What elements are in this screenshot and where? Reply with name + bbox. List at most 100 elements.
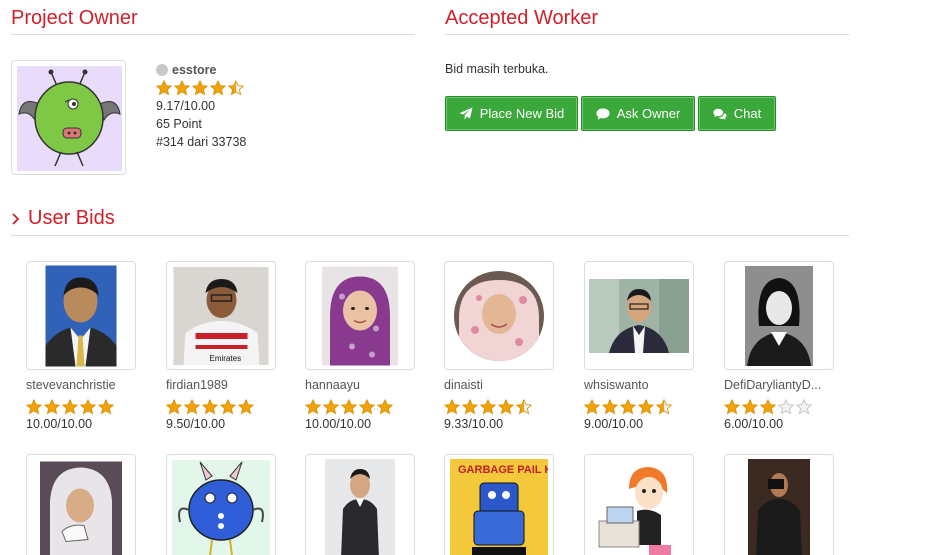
bidder-score: 9.50/10.00 <box>166 417 226 431</box>
chat-button[interactable]: Chat <box>698 96 776 131</box>
bid-card: GARBAGE PAIL KIDS <box>444 454 562 555</box>
star-icon <box>358 398 376 415</box>
star-icon <box>304 398 322 415</box>
bidder-photo <box>45 265 117 366</box>
bidder-rating-stars <box>583 398 702 416</box>
star-icon <box>173 79 191 96</box>
bidder-name[interactable]: DefiDaryliantyD... <box>724 378 829 392</box>
bidder-avatar[interactable] <box>166 454 276 555</box>
owner-name-row: esstore <box>156 61 246 79</box>
bidder-score: 9.00/10.00 <box>584 417 644 431</box>
bidder-avatar[interactable]: Emirates <box>166 261 276 370</box>
bidder-avatar[interactable] <box>584 261 694 370</box>
bidder-photo <box>322 266 398 365</box>
bid-status-text: Bid masih terbuka. <box>445 62 549 76</box>
star-icon <box>601 398 619 415</box>
bid-card: Emirates firdian1989 9.50/10.00 <box>165 261 284 431</box>
bidder-avatar[interactable] <box>724 261 834 370</box>
star-icon <box>497 398 515 415</box>
bidder-photo <box>40 461 122 555</box>
bidder-avatar[interactable] <box>444 261 554 370</box>
owner-rank: #314 dari 33738 <box>156 135 247 149</box>
bidder-rating-stars <box>165 398 284 416</box>
owner-avatar[interactable] <box>11 60 126 175</box>
bidder-name[interactable]: firdian1989 <box>166 378 271 392</box>
bidder-score: 10.00/10.00 <box>305 417 372 431</box>
star-icon <box>515 398 533 415</box>
place-new-bid-button[interactable]: Place New Bid <box>445 96 578 131</box>
bidder-avatar[interactable] <box>26 261 136 370</box>
star-icon <box>443 398 461 415</box>
bidder-score: 10.00/10.00 <box>26 417 93 431</box>
star-icon <box>237 398 255 415</box>
svg-text:Emirates: Emirates <box>210 354 242 363</box>
owner-points: 65 Point <box>156 117 202 131</box>
svg-text:GARBAGE PAIL KIDS: GARBAGE PAIL KIDS <box>458 464 548 476</box>
star-icon <box>583 398 601 415</box>
star-icon <box>723 398 741 415</box>
star-icon <box>25 398 43 415</box>
user-bids-title: User Bids <box>28 207 115 229</box>
bidder-photo <box>589 278 689 353</box>
comment-icon <box>596 107 610 120</box>
offline-status-icon <box>156 64 168 76</box>
project-owner-title: Project Owner <box>11 7 138 29</box>
star-icon <box>479 398 497 415</box>
star-icon <box>741 398 759 415</box>
ask-owner-button[interactable]: Ask Owner <box>581 96 695 131</box>
star-icon <box>759 398 777 415</box>
bidder-photo <box>454 270 544 361</box>
bid-card: whsiswanto 9.00/10.00 <box>583 261 702 431</box>
bidder-photo: Emirates <box>173 266 269 365</box>
bidder-avatar[interactable] <box>584 454 694 555</box>
star-icon <box>155 79 173 96</box>
bidder-name[interactable]: dinaisti <box>444 378 549 392</box>
paper-plane-icon <box>459 106 473 120</box>
place-new-bid-label: Place New Bid <box>479 106 565 121</box>
bidder-photo: GARBAGE PAIL KIDS <box>450 458 548 555</box>
bid-card <box>584 454 702 555</box>
chat-label: Chat <box>733 106 762 121</box>
star-icon <box>227 79 245 96</box>
bid-card: hannaayu 10.00/10.00 <box>304 261 423 431</box>
owner-divider <box>11 34 415 35</box>
bids-divider <box>11 235 849 236</box>
star-icon <box>340 398 358 415</box>
bidder-photo <box>589 458 689 555</box>
star-icon <box>97 398 115 415</box>
star-icon <box>191 79 209 96</box>
star-icon <box>219 398 237 415</box>
bid-card: DefiDaryliantyD... 6.00/10.00 <box>723 261 842 431</box>
bidder-avatar[interactable] <box>305 261 415 370</box>
worker-divider <box>445 34 849 35</box>
ask-owner-label: Ask Owner <box>616 106 681 121</box>
bid-card <box>305 454 423 555</box>
star-icon <box>79 398 97 415</box>
bid-card: stevevanchristie 10.00/10.00 <box>25 261 144 431</box>
star-icon <box>201 398 219 415</box>
owner-name[interactable]: esstore <box>172 61 216 79</box>
bid-card: dinaisti 9.33/10.00 <box>443 261 562 431</box>
bidder-avatar[interactable]: GARBAGE PAIL KIDS <box>444 454 554 555</box>
bidder-avatar[interactable] <box>724 454 834 555</box>
bidder-rating-stars <box>304 398 423 416</box>
owner-score: 9.17/10.00 <box>156 99 216 113</box>
bidder-rating-stars <box>25 398 144 416</box>
accepted-worker-title: Accepted Worker <box>445 7 599 29</box>
bid-card <box>166 454 284 555</box>
bidder-avatar[interactable] <box>305 454 415 555</box>
bidder-rating-stars <box>443 398 562 416</box>
bidder-name[interactable]: hannaayu <box>305 378 410 392</box>
bid-card <box>724 454 842 555</box>
star-icon <box>61 398 79 415</box>
bidder-name[interactable]: whsiswanto <box>584 378 689 392</box>
owner-rating-stars <box>155 79 246 97</box>
star-icon <box>619 398 637 415</box>
bidder-rating-stars <box>723 398 842 416</box>
chevron-right-icon <box>12 213 20 225</box>
bidder-avatar[interactable] <box>26 454 136 555</box>
star-icon <box>209 79 227 96</box>
star-icon <box>43 398 61 415</box>
bidder-name[interactable]: stevevanchristie <box>26 378 131 392</box>
bidder-photo <box>325 458 395 555</box>
